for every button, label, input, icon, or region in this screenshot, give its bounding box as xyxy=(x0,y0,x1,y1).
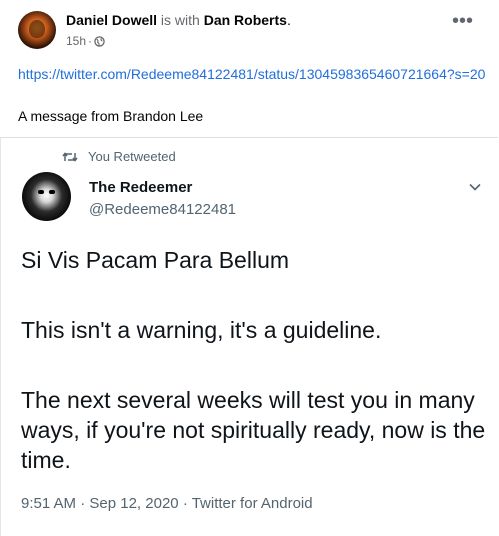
tweet-author-name[interactable]: The Redeemer xyxy=(89,179,192,196)
tweet-paragraph: This isn't a warning, it's a guideline. xyxy=(21,317,382,343)
tweet-time[interactable]: 9:51 AM xyxy=(21,495,76,512)
post-message: A message from Brandon Lee xyxy=(18,108,204,124)
tweet-source: Twitter for Android xyxy=(191,495,313,512)
post-meta: 15h · xyxy=(66,34,105,48)
tweet-paragraph: The next several weeks will test you in … xyxy=(21,387,486,473)
period-text: . xyxy=(286,12,291,28)
retweet-icon xyxy=(62,151,78,162)
post-time[interactable]: 15h xyxy=(66,34,86,48)
author-avatar[interactable] xyxy=(18,11,56,49)
meta-sep: · xyxy=(182,495,188,512)
tweet-date[interactable]: Sep 12, 2020 xyxy=(89,495,178,512)
globe-icon xyxy=(94,35,105,47)
meta-separator: · xyxy=(88,34,93,48)
chevron-down-icon[interactable] xyxy=(468,182,482,192)
author-line: Daniel Dowell is with Dan Roberts. xyxy=(66,12,291,28)
tweet-paragraph: Si Vis Pacam Para Bellum xyxy=(21,247,290,273)
meta-sep: · xyxy=(80,495,86,512)
with-text: is with xyxy=(160,12,200,28)
tagged-user[interactable]: Dan Roberts xyxy=(204,12,287,28)
retweet-label: You Retweeted xyxy=(88,149,176,164)
tweet-author-avatar[interactable] xyxy=(22,172,71,221)
retweet-row: You Retweeted xyxy=(62,149,176,164)
tweet-meta: 9:51 AM · Sep 12, 2020 · Twitter for And… xyxy=(21,495,313,512)
more-options-icon[interactable]: ••• xyxy=(452,11,473,31)
embedded-tweet[interactable]: You Retweeted The Redeemer @Redeeme84122… xyxy=(0,137,498,536)
tweet-author-handle[interactable]: @Redeeme84122481 xyxy=(89,201,236,218)
tweet-link[interactable]: https://twitter.com/Redeeme84122481/stat… xyxy=(18,65,490,84)
author-name[interactable]: Daniel Dowell xyxy=(66,12,157,28)
post-header: Daniel Dowell is with Dan Roberts. 15h ·… xyxy=(0,0,499,60)
